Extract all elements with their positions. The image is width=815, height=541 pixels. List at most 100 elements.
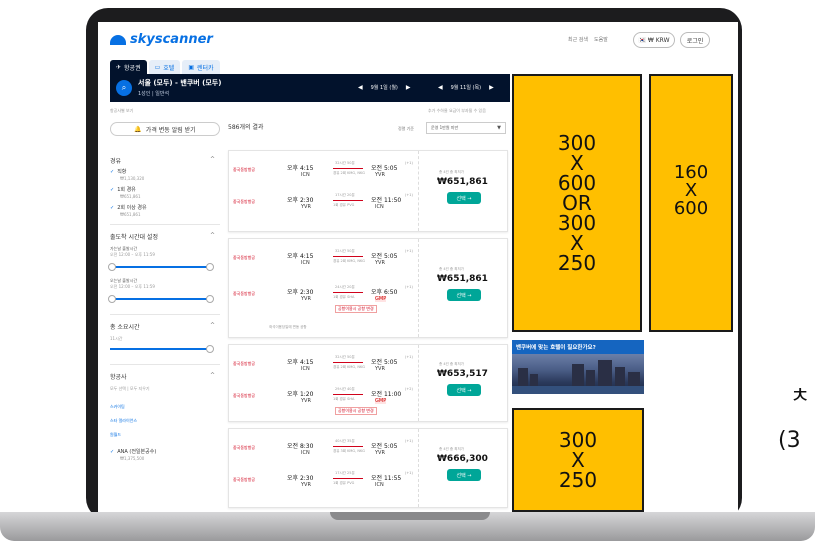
sort-dropdown[interactable]: 운영 1만원 미만 ▼ <box>426 122 506 134</box>
price-note: 총 4건 중 최저가 <box>439 267 464 271</box>
stop-price: ₩651,861 <box>120 194 141 199</box>
duration-slider[interactable] <box>110 345 214 353</box>
result-card[interactable]: 중국동방항공 오후 4:15 ICN 32시간 50분 경유 2회 KMG, NKG 오전… <box>228 238 508 338</box>
flight-duration: 40시간 35분 <box>335 439 355 443</box>
tab-label: 렌터카 <box>196 64 214 72</box>
building <box>518 368 528 386</box>
login-button[interactable]: 로그인 <box>680 32 710 48</box>
airline-logo: 중국동방항공 <box>233 199 256 204</box>
skyscanner-logo[interactable]: skyscanner <box>110 32 213 47</box>
ad-slot-160x600[interactable]: 160 X 600 <box>649 74 733 332</box>
select-button[interactable]: 선택 → <box>447 192 481 204</box>
passenger-text: 1성인 | 일반석 <box>138 91 170 97</box>
chevron-left-icon[interactable]: ◀ <box>438 84 443 91</box>
chevron-up-icon[interactable]: ^ <box>210 322 215 329</box>
help-link[interactable]: 도움말 <box>594 36 608 43</box>
departure-time: 오후 4:15 <box>287 359 314 366</box>
slider-handle[interactable] <box>206 295 214 303</box>
airline-logo: 중국동방항공 <box>233 477 256 482</box>
price-note: 총 4건 중 최저가 <box>439 170 464 174</box>
recent-search-link[interactable]: 최근 검색 <box>568 36 588 43</box>
slider-handle[interactable] <box>206 345 214 353</box>
stop-label: 2회 이상 경유 <box>117 205 147 211</box>
departure-time: 오후 2:30 <box>287 197 314 204</box>
check-icon: ✓ <box>110 169 115 175</box>
airline-view-link[interactable]: 항공사별 보기 <box>110 108 133 114</box>
sort-value: 운영 1만원 미만 <box>431 125 459 130</box>
stops-text: 경유 3회 KMG, NKG <box>333 449 365 453</box>
inbound-time-slider[interactable] <box>108 295 214 303</box>
building <box>530 374 538 386</box>
flight-duration: 32시간 50분 <box>335 161 355 165</box>
select-button[interactable]: 선택 → <box>447 469 481 481</box>
destination-code: YVR <box>375 260 385 266</box>
ad-slot-300x600[interactable]: 300 X 600 OR 300 X 250 <box>512 74 642 332</box>
destination-code: YVR <box>375 450 385 456</box>
slider-handle[interactable] <box>206 263 214 271</box>
origin-code: YVR <box>301 482 311 488</box>
route-line <box>333 168 363 169</box>
result-card[interactable]: 중국동방항공 오후 4:15 ICN 32시간 50분 경유 2회 KMG, NKG 오전… <box>228 344 508 422</box>
chevron-up-icon[interactable]: ^ <box>210 156 215 163</box>
chevron-down-icon: ▼ <box>497 125 501 131</box>
return-date[interactable]: 9월 11일 (목) <box>451 84 481 91</box>
stop-price: ₩1,130,320 <box>120 176 145 181</box>
search-summary-bar[interactable]: ⌕ 서울 (모두) - 밴쿠버 (모두) 1성인 | 일반석 ◀ 9월 1일 (… <box>110 74 510 102</box>
result-card[interactable]: 중국동방항공 오전 8:30 ICN 40시간 35분 경유 3회 KMG, NKG 오전… <box>228 428 508 508</box>
arrival-time: 오전 5:05 <box>371 443 398 450</box>
slider-handle[interactable] <box>108 263 116 271</box>
chevron-up-icon[interactable]: ^ <box>210 232 215 239</box>
check-icon: ✓ <box>110 449 115 455</box>
stops-text: 경유 2회 KMG, NKG <box>333 365 365 369</box>
results-label: 개의 결과 <box>239 124 264 131</box>
divider <box>110 314 220 315</box>
select-button[interactable]: 선택 → <box>447 384 481 396</box>
airline-option-ana[interactable]: ✓ ANA (전일본공수) <box>110 448 156 455</box>
ad-text: 300 <box>557 131 597 155</box>
chevron-right-icon[interactable]: ▶ <box>489 84 494 91</box>
result-card[interactable]: 중국동방항공 오후 4:15 ICN 32시간 50분 경유 2회 KMG, NKG 오전… <box>228 150 508 232</box>
car-icon: ▣ <box>188 63 194 71</box>
tab-flights[interactable]: ✈ 항공권 <box>110 60 147 74</box>
tab-car-hire[interactable]: ▣ 렌터카 <box>182 60 220 74</box>
ad-text: 600 <box>673 198 709 219</box>
building <box>615 367 625 386</box>
ad-slot-300x250[interactable]: 300 X 250 <box>512 408 644 512</box>
stop-option-direct[interactable]: ✓ 직항 <box>110 168 126 175</box>
stop-option-two-plus[interactable]: ✓ 2회 이상 경유 <box>110 204 147 211</box>
results-number: 586 <box>228 124 240 131</box>
itinerary: 중국동방항공 오후 4:15 ICN 32시간 50분 경유 2회 KMG, NKG 오전… <box>229 151 419 231</box>
chevron-up-icon[interactable]: ^ <box>210 372 215 379</box>
itinerary: 중국동방항공 오후 4:15 ICN 32시간 50분 경유 2회 KMG, NKG 오전… <box>229 239 419 337</box>
route-text: 서울 (모두) - 밴쿠버 (모두) <box>138 79 222 87</box>
chevron-right-icon[interactable]: ▶ <box>406 84 411 91</box>
flight-duration: 32시간 50분 <box>335 355 355 359</box>
stop-option-one[interactable]: ✓ 1회 경유 <box>110 186 136 193</box>
search-icon[interactable]: ⌕ <box>116 80 132 96</box>
stops-title: 경유 <box>110 158 122 165</box>
top-links: 최근 검색 도움말 <box>568 36 608 43</box>
airline-alliance-star[interactable]: 스타 얼라이언스 <box>110 418 137 424</box>
building <box>628 372 640 386</box>
chevron-left-icon[interactable]: ◀ <box>358 84 363 91</box>
currency-button[interactable]: 🇰🇷 ₩ KRW <box>633 32 675 48</box>
airline-alliance-skyteam[interactable]: 스카이팀 <box>110 404 125 410</box>
slider-handle[interactable] <box>108 295 116 303</box>
airline-logo: 중국동방항공 <box>233 445 256 450</box>
airlines-select-links: 모두 선택 | 모두 지우기 <box>110 386 150 391</box>
clear-all-link[interactable]: 모두 지우기 <box>130 386 150 391</box>
airline-alliance-oneworld[interactable]: 원월드 <box>110 432 121 438</box>
hotel-promo-ad[interactable]: 밴쿠버에 맞는 호텔이 필요한가요? <box>512 340 644 410</box>
select-all-link[interactable]: 모두 선택 <box>110 386 126 391</box>
ad-text: X <box>571 448 585 472</box>
tab-label: 호텔 <box>163 64 175 72</box>
select-button[interactable]: 선택 → <box>447 289 481 301</box>
bell-icon: 🔔 <box>134 125 142 133</box>
baggage-note: 추가 수하물 요금이 부과될 수 있음 <box>428 108 486 113</box>
tab-hotels[interactable]: ▭ 호텔 <box>148 60 181 74</box>
departure-date[interactable]: 9월 1일 (월) <box>371 84 398 91</box>
route-line <box>333 256 363 257</box>
stops-text: 1회 경유 SHA <box>333 397 355 401</box>
price-alert-button[interactable]: 🔔 가격 변동 알림 받기 <box>110 122 220 136</box>
outbound-time-slider[interactable] <box>108 263 214 271</box>
